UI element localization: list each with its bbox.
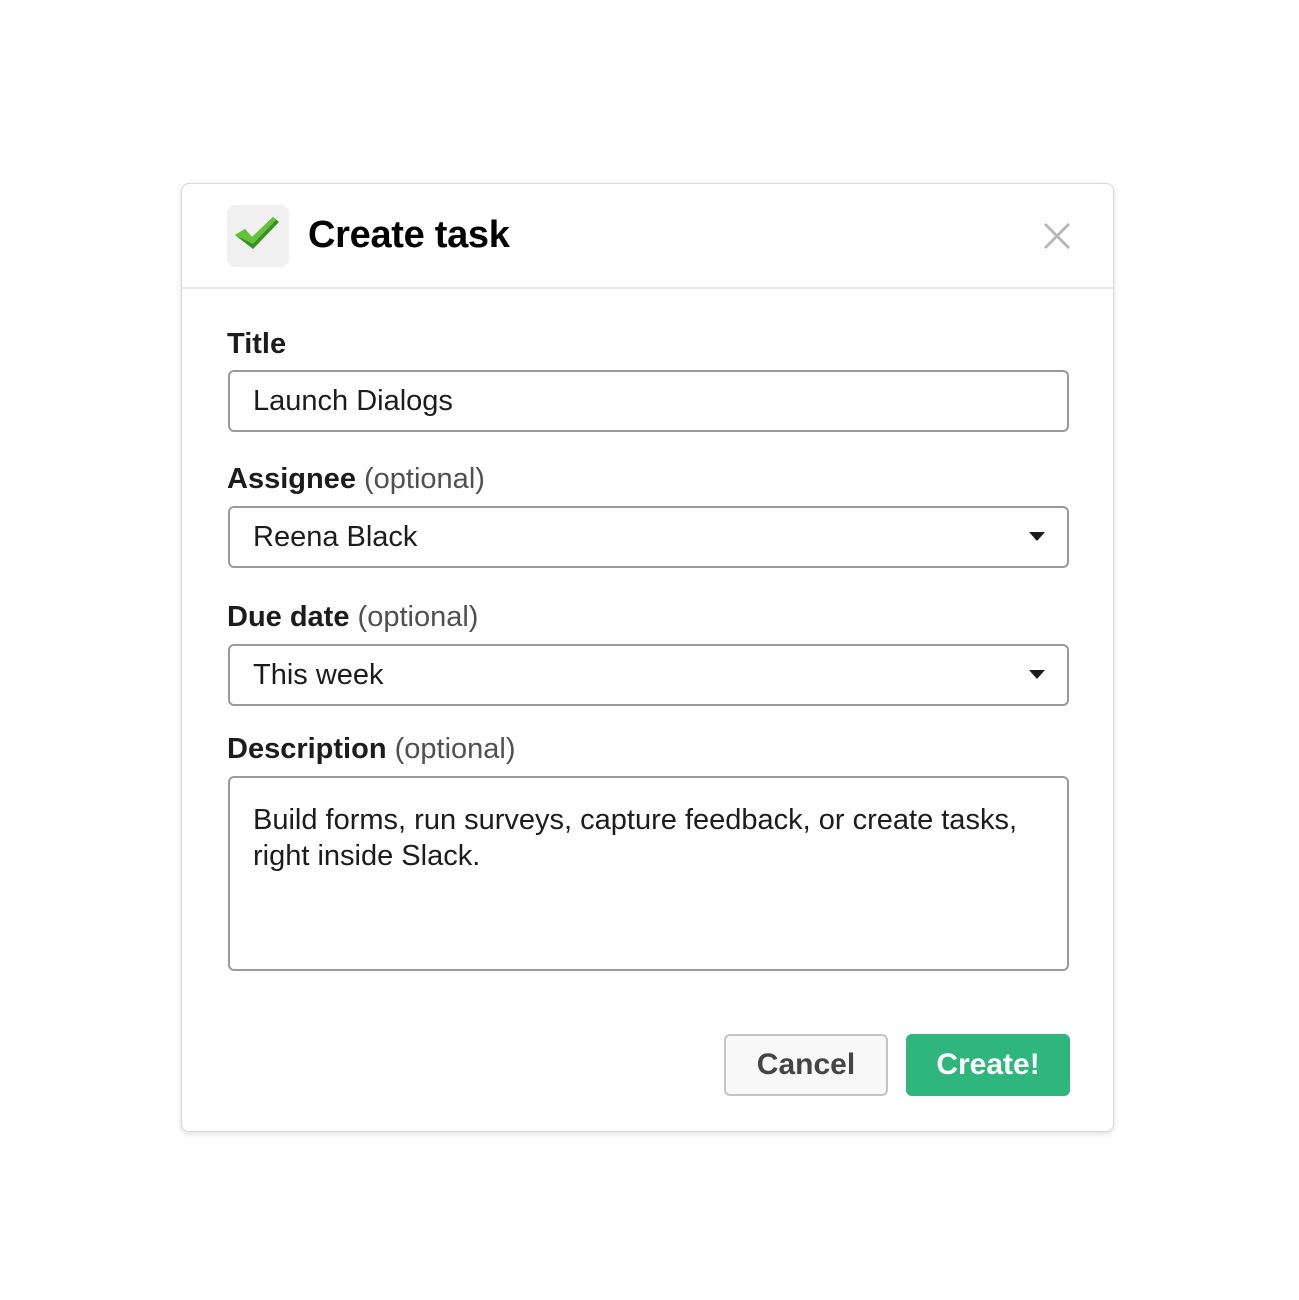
create-task-dialog: Create task Title Launch Dialogs Assigne… — [181, 183, 1114, 1132]
due-date-select-value: This week — [253, 659, 384, 691]
title-input-value: Launch Dialogs — [253, 385, 453, 417]
chevron-down-icon — [1029, 670, 1045, 679]
assignee-select[interactable]: Reena Black — [228, 506, 1069, 568]
assignee-select-value: Reena Black — [253, 521, 418, 553]
close-icon[interactable] — [1039, 218, 1075, 254]
due-date-select[interactable]: This week — [228, 644, 1069, 706]
create-button[interactable]: Create! — [906, 1034, 1070, 1096]
checkmark-icon — [227, 205, 289, 267]
description-textarea[interactable]: Build forms, run surveys, capture feedba… — [228, 776, 1069, 971]
due-date-label: Due date (optional) — [227, 601, 479, 633]
dialog-header: Create task — [182, 184, 1113, 289]
chevron-down-icon — [1029, 532, 1045, 541]
dialog-title: Create task — [308, 214, 510, 256]
cancel-button[interactable]: Cancel — [724, 1034, 888, 1096]
description-textarea-value: Build forms, run surveys, capture feedba… — [253, 804, 1017, 872]
title-label: Title — [227, 328, 287, 360]
assignee-label: Assignee (optional) — [227, 463, 485, 495]
title-input[interactable]: Launch Dialogs — [228, 370, 1069, 432]
description-label: Description (optional) — [227, 733, 516, 765]
